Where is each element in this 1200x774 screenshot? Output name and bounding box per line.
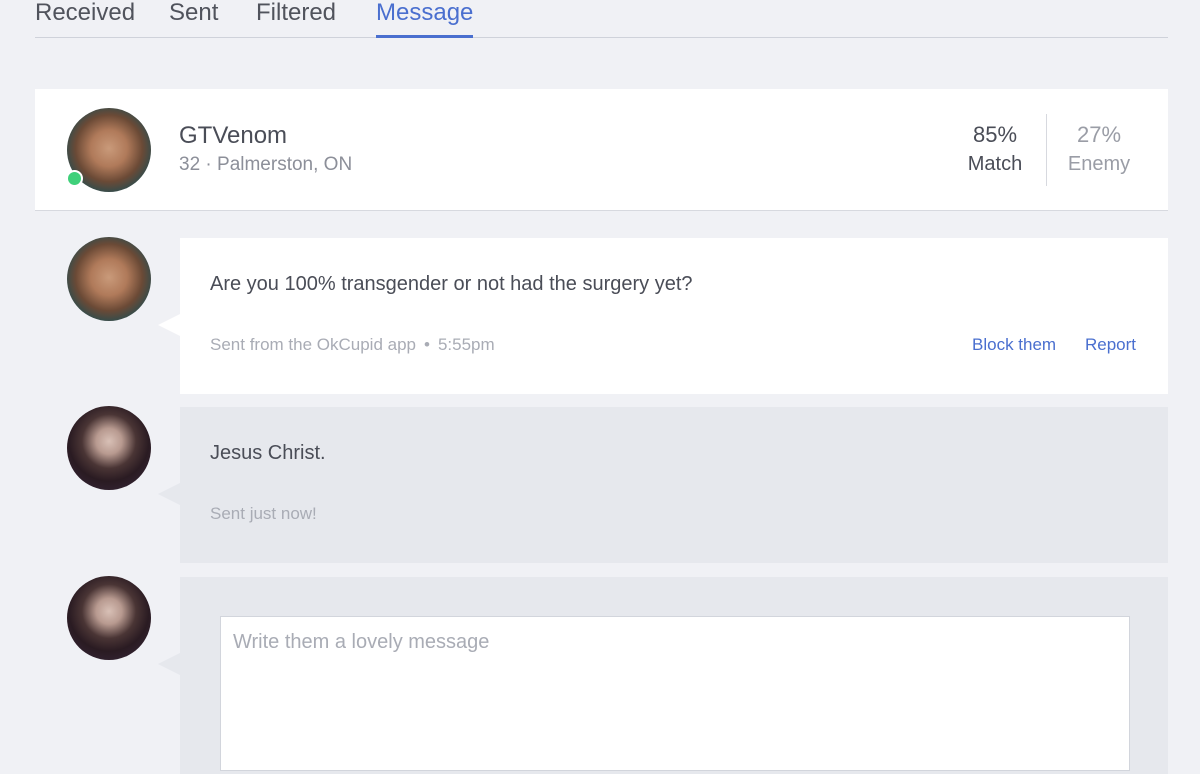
message-source: Sent from the OkCupid app [210,335,417,354]
message-meta: Sent from the OkCupid app • 5:55pm [210,335,495,355]
message-text: Jesus Christ. [210,442,326,464]
enemy-percentage: 27% [1076,122,1122,147]
meta-separator: • [424,335,430,354]
compose-avatar[interactable] [67,576,151,660]
mailbox-tabs: Received Sent Filtered Message [35,0,1168,38]
compose-area [158,577,1168,774]
sent-message: Jesus Christ. Sent just now! [158,407,1168,563]
match-percentage: 85% [972,122,1018,147]
tab-filtered[interactable]: Filtered [256,0,336,38]
message-input[interactable] [220,616,1130,771]
own-avatar[interactable] [67,406,151,490]
bubble-tail [158,653,180,675]
message-status: Sent just now! [210,504,317,523]
message-text: Are you 100% transgender or not had the … [210,273,693,295]
profile-age-location: 32 · Palmerston, ON [179,154,353,175]
bubble-tail [158,483,180,505]
tab-message[interactable]: Message [376,0,474,38]
online-status-icon [66,170,83,187]
sender-avatar[interactable] [67,237,151,321]
match-label: Match [967,153,1023,175]
profile-card[interactable]: GTVenom 32 · Palmerston, ON 85% Match 27… [35,89,1168,211]
tab-received[interactable]: Received [35,0,135,38]
enemy-label: Enemy [1067,153,1131,175]
match-stat: 85% Match [950,122,1040,180]
message-time: 5:55pm [437,335,495,354]
profile-name[interactable]: GTVenom [179,122,287,150]
stat-divider [1046,114,1047,186]
tab-sent[interactable]: Sent [169,0,218,38]
report-link[interactable]: Report [1085,335,1136,355]
received-message: Are you 100% transgender or not had the … [158,238,1168,394]
block-them-link[interactable]: Block them [972,335,1056,355]
enemy-stat: 27% Enemy [1054,122,1144,180]
bubble-tail [158,314,180,336]
messages-page: Received Sent Filtered Message GTVenom 3… [0,0,1200,774]
